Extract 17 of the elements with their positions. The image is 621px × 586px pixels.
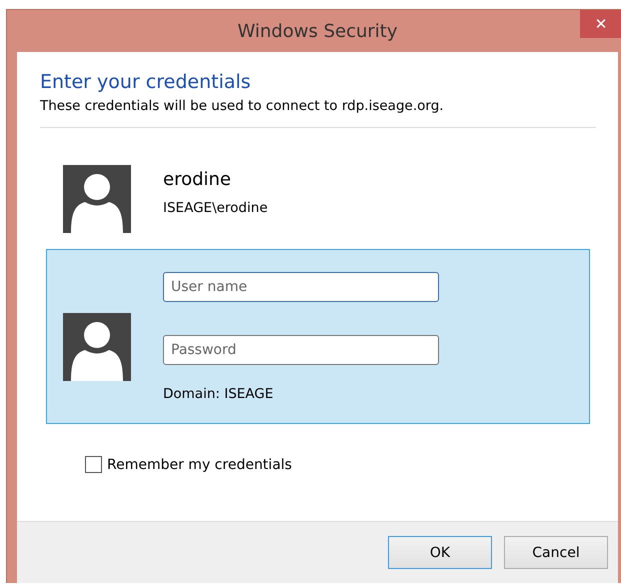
remember-label: Remember my credentials bbox=[107, 456, 292, 472]
dialog-heading: Enter your credentials bbox=[40, 71, 252, 93]
dialog-description: These credentials will be used to connect to rdp.iseage.org. bbox=[40, 98, 445, 114]
remember-checkbox[interactable] bbox=[85, 456, 102, 473]
account-tile[interactable]: erodine ISEAGE\erodine bbox=[46, 164, 590, 234]
password-field[interactable]: Password bbox=[163, 334, 439, 364]
account-name: ISEAGE\erodine bbox=[163, 200, 268, 216]
user-name: erodine bbox=[163, 169, 232, 190]
username-field[interactable]: User name bbox=[163, 272, 439, 302]
account-tile[interactable]: User name Password Domain: ISEAGE bbox=[46, 249, 590, 424]
window-title: Windows Security bbox=[238, 20, 398, 42]
user-avatar-icon bbox=[63, 312, 131, 380]
user-avatar-icon bbox=[63, 165, 131, 233]
cancel-button[interactable]: Cancel bbox=[504, 536, 608, 569]
ok-button[interactable]: OK bbox=[388, 536, 492, 569]
close-button[interactable]: ✕ bbox=[580, 10, 621, 38]
domain-label: Domain: ISEAGE bbox=[163, 386, 274, 402]
